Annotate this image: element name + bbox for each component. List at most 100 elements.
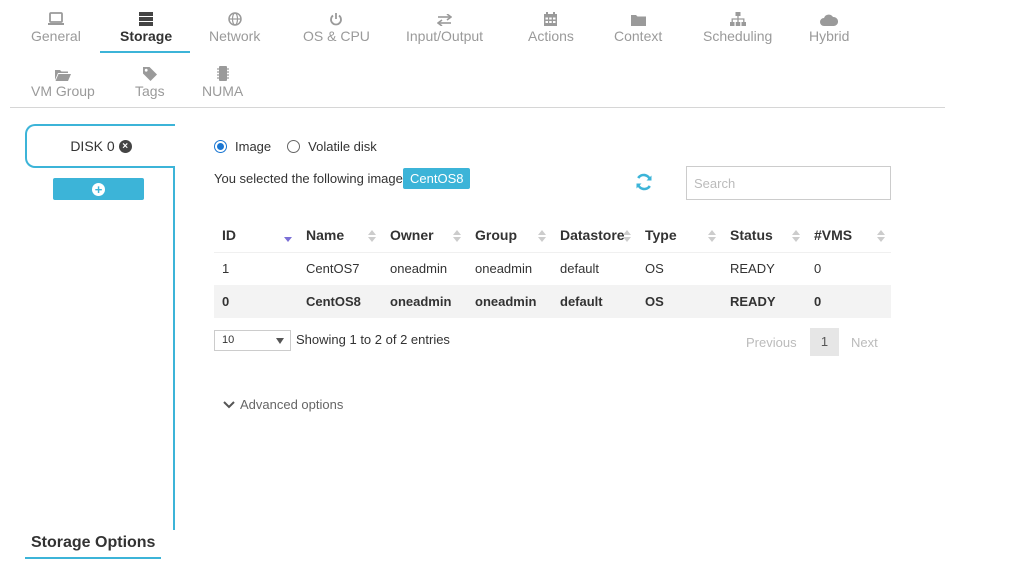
database-icon bbox=[139, 8, 154, 26]
active-tab-indicator bbox=[100, 51, 190, 53]
add-disk-button[interactable]: + bbox=[53, 178, 144, 200]
chevron-down-icon bbox=[223, 400, 235, 408]
cell-type: OS bbox=[637, 251, 722, 285]
storage-options-title[interactable]: Storage Options bbox=[31, 534, 155, 552]
cell-owner: oneadmin bbox=[382, 251, 467, 285]
cell-id: 1 bbox=[214, 251, 298, 285]
sitemap-icon bbox=[729, 8, 746, 26]
images-table: ID Name Owner Group Datastore Type Statu… bbox=[214, 218, 891, 318]
tab-input-output[interactable]: Input/Output bbox=[406, 8, 483, 44]
tab-actions[interactable]: Actions bbox=[528, 8, 574, 44]
column-label: Owner bbox=[390, 226, 434, 243]
column-header-owner[interactable]: Owner bbox=[382, 218, 467, 252]
cell-datastore: default bbox=[552, 285, 637, 318]
image-radio[interactable]: Image bbox=[214, 139, 271, 154]
tab-network[interactable]: Network bbox=[209, 8, 260, 44]
column-header-id[interactable]: ID bbox=[214, 218, 298, 252]
column-label: Group bbox=[475, 226, 517, 243]
cell-owner: oneadmin bbox=[382, 285, 467, 318]
tab-numa[interactable]: NUMA bbox=[202, 63, 243, 99]
tab-label: Network bbox=[209, 28, 261, 44]
sort-icon bbox=[877, 230, 885, 242]
table-row[interactable]: 1 CentOS7 oneadmin oneadmin default OS R… bbox=[214, 251, 891, 285]
tab-label: NUMA bbox=[202, 83, 244, 99]
cloud-icon bbox=[820, 8, 839, 26]
search-input[interactable] bbox=[686, 166, 891, 200]
disk-source-radios: Image Volatile disk bbox=[214, 139, 393, 154]
cell-datastore: default bbox=[552, 251, 637, 285]
tab-hybrid[interactable]: Hybrid bbox=[809, 8, 849, 44]
tab-label: General bbox=[31, 28, 81, 44]
folder-open-icon bbox=[54, 63, 71, 81]
cell-vms: 0 bbox=[806, 285, 891, 318]
column-label: Name bbox=[306, 226, 345, 243]
tab-label: Hybrid bbox=[809, 28, 850, 44]
column-label: ID bbox=[222, 226, 236, 243]
tab-label: Context bbox=[614, 28, 663, 44]
advanced-options-label: Advanced options bbox=[240, 397, 344, 412]
entries-info: Showing 1 to 2 of 2 entries bbox=[296, 332, 450, 347]
column-header-vms[interactable]: #VMS bbox=[806, 218, 891, 252]
panel-border bbox=[173, 168, 175, 530]
folder-icon bbox=[630, 8, 646, 26]
advanced-options-toggle[interactable]: Advanced options bbox=[223, 397, 343, 412]
cell-status: READY bbox=[722, 251, 806, 285]
tab-tags[interactable]: Tags bbox=[135, 63, 165, 99]
page-length-value: 10 bbox=[222, 334, 235, 346]
cell-name: CentOS7 bbox=[298, 251, 382, 285]
tab-label: Actions bbox=[528, 28, 574, 44]
column-label: Type bbox=[645, 226, 677, 243]
tab-storage[interactable]: Storage bbox=[120, 8, 172, 44]
column-header-type[interactable]: Type bbox=[637, 218, 722, 252]
tab-context[interactable]: Context bbox=[614, 8, 662, 44]
table-row-selected[interactable]: 0 CentOS8 oneadmin oneadmin default OS R… bbox=[214, 285, 891, 318]
sort-desc-icon bbox=[284, 237, 292, 242]
column-header-status[interactable]: Status bbox=[722, 218, 806, 252]
plus-icon: + bbox=[92, 182, 105, 196]
sort-icon bbox=[453, 230, 461, 242]
calendar-icon bbox=[544, 8, 558, 26]
radio-dot[interactable] bbox=[287, 140, 301, 153]
tab-label: Scheduling bbox=[703, 28, 773, 44]
column-header-name[interactable]: Name bbox=[298, 218, 382, 252]
tab-label: VM Group bbox=[31, 83, 95, 99]
image-radio-label: Image bbox=[235, 139, 272, 154]
column-label: Datastore bbox=[560, 226, 625, 243]
volatile-disk-radio-label: Volatile disk bbox=[308, 139, 377, 154]
tab-label: OS & CPU bbox=[303, 28, 370, 44]
column-header-group[interactable]: Group bbox=[467, 218, 552, 252]
tab-label: Storage bbox=[120, 28, 173, 44]
sort-icon bbox=[368, 230, 376, 242]
tab-general[interactable]: General bbox=[31, 8, 81, 44]
column-label: #VMS bbox=[814, 226, 853, 243]
next-page-button[interactable]: Next bbox=[851, 335, 878, 350]
microchip-icon bbox=[216, 63, 229, 81]
cell-vms: 0 bbox=[806, 251, 891, 285]
chevron-down-icon bbox=[276, 338, 284, 344]
tab-scheduling[interactable]: Scheduling bbox=[703, 8, 772, 44]
column-header-datastore[interactable]: Datastore bbox=[552, 218, 637, 252]
radio-dot[interactable] bbox=[214, 140, 227, 153]
tabs-divider bbox=[10, 107, 945, 108]
tab-os-cpu[interactable]: OS & CPU bbox=[303, 8, 370, 44]
globe-icon bbox=[227, 8, 242, 26]
cell-group: oneadmin bbox=[467, 251, 552, 285]
sort-icon bbox=[708, 230, 716, 242]
refresh-icon[interactable] bbox=[634, 172, 654, 195]
page-1-button[interactable]: 1 bbox=[810, 328, 839, 356]
sort-icon bbox=[792, 230, 800, 242]
disk-tab-label: DISK 0 bbox=[70, 138, 115, 154]
laptop-icon bbox=[47, 8, 64, 26]
tab-vm-group[interactable]: VM Group bbox=[31, 63, 95, 99]
sort-icon bbox=[623, 230, 631, 242]
previous-page-button[interactable]: Previous bbox=[746, 335, 797, 350]
selected-image-badge: CentOS8 bbox=[403, 168, 471, 189]
volatile-disk-radio[interactable]: Volatile disk bbox=[287, 139, 377, 154]
cell-group: oneadmin bbox=[467, 285, 552, 318]
close-icon[interactable]: × bbox=[118, 139, 132, 153]
page-length-select[interactable]: 10 bbox=[214, 330, 291, 351]
cell-name: CentOS8 bbox=[298, 285, 382, 318]
cell-id: 0 bbox=[214, 285, 298, 318]
disk-tab[interactable]: DISK 0 × bbox=[25, 124, 175, 168]
column-label: Status bbox=[730, 226, 773, 243]
